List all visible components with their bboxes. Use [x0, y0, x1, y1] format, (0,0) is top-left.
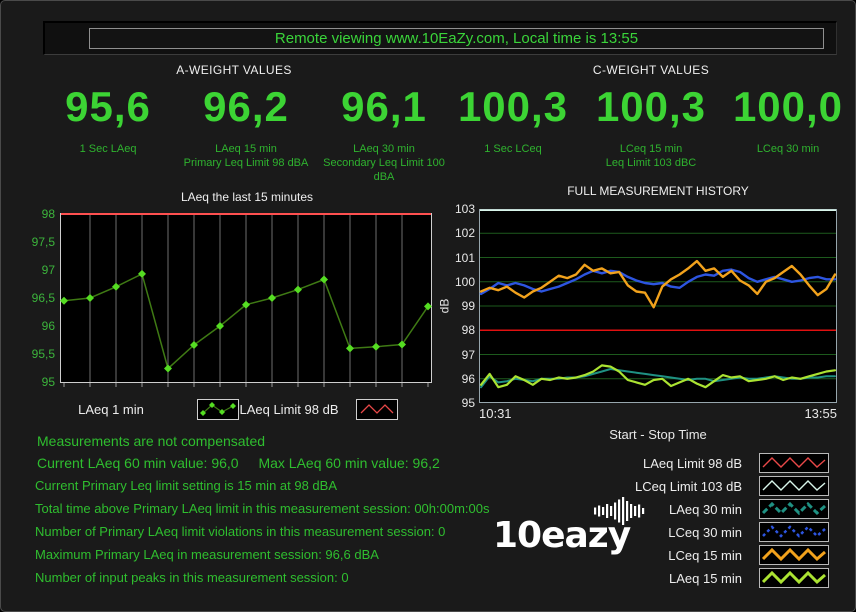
history-chart-ytick: 98 — [439, 322, 475, 338]
info-compensation: Measurements are not compensated — [37, 433, 265, 449]
metric-1sec-laeq: 95,6 1 Sec LAeq — [38, 85, 178, 156]
legend-label: LCeq 30 min — [668, 525, 742, 540]
lceq-15min-swatch[interactable] — [759, 545, 829, 565]
left-chart-ytick: 95 — [11, 374, 55, 390]
full-history-chart — [479, 209, 837, 403]
legend-row: LAeq Limit 98 dB — [561, 452, 829, 474]
metric-laeq-30min: 96,1 LAeq 30 min Secondary Leq Limit 100… — [314, 85, 454, 184]
history-chart-yaxis: 103 102 101 100 99 98 97 96 95 — [439, 1, 475, 421]
laeq-15min-swatch[interactable] — [759, 568, 829, 588]
left-legend-series-label: LAeq 1 min — [51, 402, 171, 417]
metric-label: Secondary Leq Limit 100 dBA — [314, 156, 454, 184]
metric-label: 1 Sec LAeq — [38, 142, 178, 156]
left-chart-ytick: 97,5 — [11, 234, 55, 250]
lceq-30min-swatch[interactable] — [759, 522, 829, 542]
metric-label: LAeq 15 min — [176, 142, 316, 156]
laeq-limit-swatch[interactable] — [356, 399, 398, 420]
metric-label: LAeq 30 min — [314, 142, 454, 156]
legend-label: LAeq 30 min — [669, 502, 742, 517]
history-chart-ytick: 97 — [439, 347, 475, 363]
legend-label: LCeq 15 min — [668, 548, 742, 563]
laeq-15min-chart — [60, 208, 432, 392]
left-chart-ytick: 97 — [11, 262, 55, 278]
laeq-1min-swatch[interactable] — [197, 399, 239, 420]
history-chart-ytick: 96 — [439, 371, 475, 387]
c-weight-title: C-WEIGHT VALUES — [541, 63, 761, 77]
info-current-60min: Current LAeq 60 min value: 96,0 — [37, 455, 239, 471]
metric-laeq-15min: 96,2 LAeq 15 min Primary Leq Limit 98 dB… — [176, 85, 316, 170]
legend-row: LAeq 15 min — [561, 567, 829, 589]
metric-lceq-30min: 100,0 LCeq 30 min — [718, 85, 856, 156]
metric-value: 96,1 — [314, 85, 454, 129]
left-chart-yaxis: 98 97,5 97 96,5 96 95,5 95 — [11, 1, 55, 401]
history-chart-ytick: 102 — [439, 225, 475, 241]
legend-row: LCeq Limit 103 dB — [561, 475, 829, 497]
history-chart-ytick: 103 — [439, 201, 475, 217]
metric-label: Leq Limit 103 dBC — [581, 156, 721, 170]
history-chart-ytick: 95 — [439, 395, 475, 411]
logo-soundwave-icon — [593, 496, 647, 526]
info-time-above-limit: Total time above Primary LAeq limit in t… — [35, 501, 489, 516]
metric-value: 100,0 — [718, 85, 856, 129]
info-input-peaks: Number of input peaks in this measuremen… — [35, 570, 349, 585]
legend-label: LCeq Limit 103 dB — [635, 479, 742, 494]
info-60min-values: Current LAeq 60 min value: 96,0 Max LAeq… — [37, 455, 440, 471]
info-violations: Number of Primary LAeq limit violations … — [35, 524, 445, 539]
metric-label: LCeq 30 min — [718, 142, 856, 156]
history-xaxis-label: Start - Stop Time — [479, 427, 837, 442]
metric-value: 96,2 — [176, 85, 316, 129]
left-chart-ytick: 96 — [11, 318, 55, 334]
left-legend-limit-label: LAeq Limit 98 dB — [236, 402, 342, 417]
info-max-60min: Max LAeq 60 min value: 96,2 — [258, 455, 439, 471]
laeq-30min-swatch[interactable] — [759, 499, 829, 519]
laeq-limit-98-swatch[interactable] — [759, 453, 829, 473]
history-x-end: 13:55 — [797, 406, 837, 421]
history-chart-ytick: 99 — [439, 298, 475, 314]
legend-label: LAeq 15 min — [669, 571, 742, 586]
metric-lceq-15min: 100,3 LCeq 15 min Leq Limit 103 dBC — [581, 85, 721, 170]
a-weight-title: A-WEIGHT VALUES — [124, 63, 344, 77]
metric-label: LCeq 15 min — [581, 142, 721, 156]
history-chart-ytick: 101 — [439, 250, 475, 266]
lceq-limit-103-swatch[interactable] — [759, 476, 829, 496]
history-chart-title: FULL MEASUREMENT HISTORY — [508, 184, 808, 198]
history-x-start: 10:31 — [479, 406, 512, 421]
metric-label: Primary Leq Limit 98 dBA — [176, 156, 316, 170]
metric-value: 95,6 — [38, 85, 178, 129]
left-chart-ytick: 98 — [11, 206, 55, 222]
info-limit-setting: Current Primary Leq limit setting is 15 … — [35, 478, 337, 493]
app-window: Remote viewing www.10EaZy.com, Local tim… — [0, 0, 856, 612]
legend-label: LAeq Limit 98 dB — [643, 456, 742, 471]
left-chart-ytick: 95,5 — [11, 346, 55, 362]
left-chart-title: LAeq the last 15 minutes — [97, 190, 397, 204]
metric-value: 100,3 — [581, 85, 721, 129]
info-max-session: Maximum Primary LAeq in measurement sess… — [35, 547, 379, 562]
history-chart-ytick: 100 — [439, 274, 475, 290]
left-chart-ytick: 96,5 — [11, 290, 55, 306]
